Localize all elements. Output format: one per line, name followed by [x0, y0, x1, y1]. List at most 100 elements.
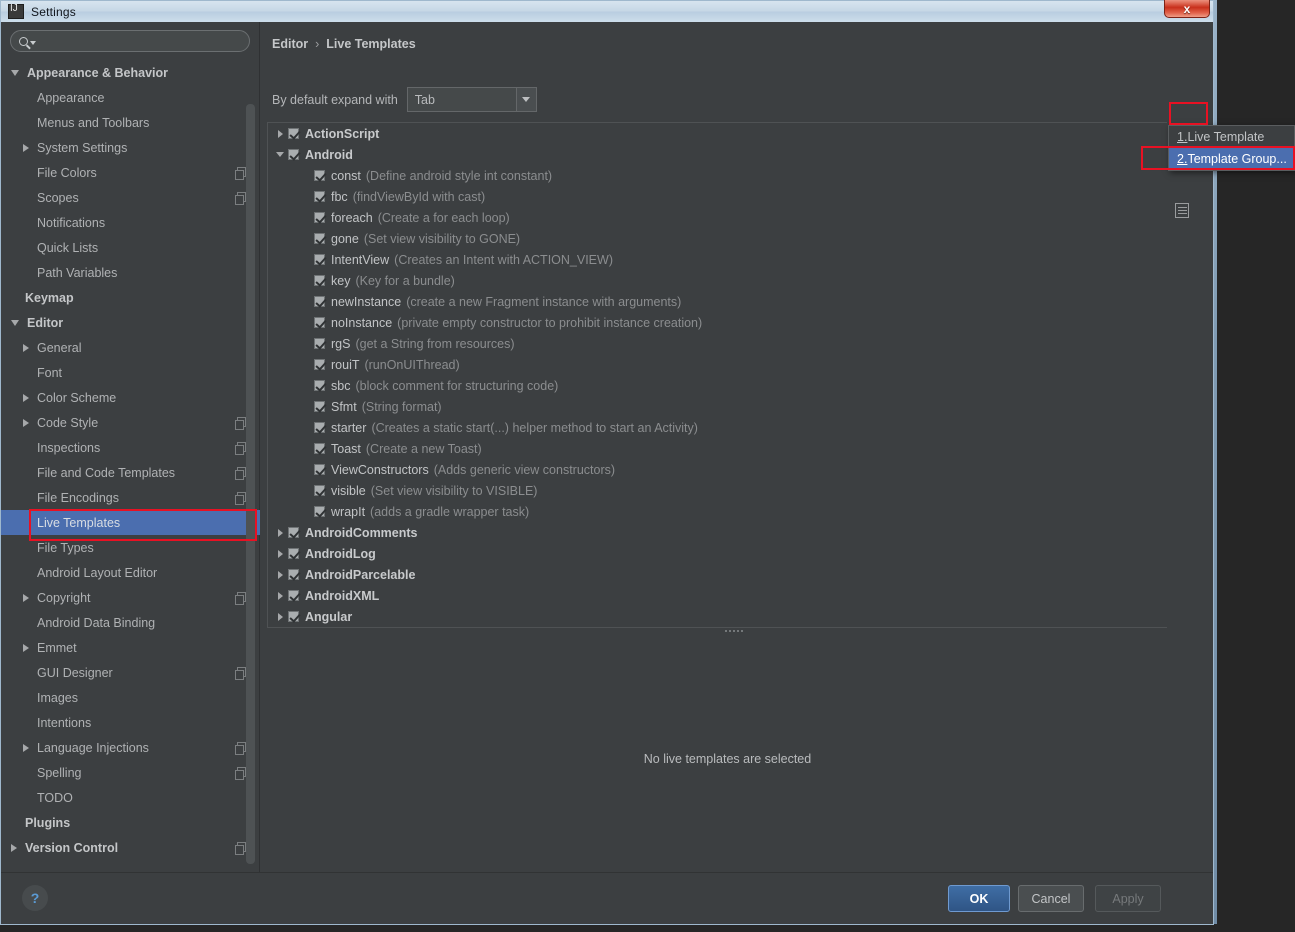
chevron-right-icon[interactable]	[277, 528, 283, 537]
template-group-row[interactable]: AndroidLog	[268, 543, 1183, 564]
checkbox-checked-icon[interactable]	[314, 296, 325, 307]
checkbox-checked-icon[interactable]	[314, 275, 325, 286]
breadcrumb-parent[interactable]: Editor	[272, 37, 308, 51]
sidebar-item-language-injections[interactable]: Language Injections	[1, 735, 260, 760]
checkbox-checked-icon[interactable]	[314, 317, 325, 328]
checkbox-checked-icon[interactable]	[288, 527, 299, 538]
sidebar-item-notifications[interactable]: Notifications	[1, 210, 260, 235]
panel-splitter-handle[interactable]	[720, 628, 748, 634]
sidebar-item-file-encodings[interactable]: File Encodings	[1, 485, 260, 510]
chevron-right-icon[interactable]	[277, 570, 283, 579]
template-group-row[interactable]: AndroidComments	[268, 522, 1183, 543]
templates-tree[interactable]: ActionScript Android const (Define android …	[268, 123, 1183, 627]
chevron-right-icon[interactable]	[277, 612, 283, 621]
sidebar-item-file-types[interactable]: File Types	[1, 535, 260, 560]
sidebar-item-inspections[interactable]: Inspections	[1, 435, 260, 460]
expand-toggle[interactable]	[272, 612, 288, 621]
sidebar-item-appearance-behavior[interactable]: Appearance & Behavior	[1, 60, 260, 85]
sidebar-scrollbar-thumb[interactable]	[246, 104, 255, 864]
ok-button[interactable]: OK	[948, 885, 1010, 912]
sidebar-item-general[interactable]: General	[1, 335, 260, 360]
sidebar-item-version-control[interactable]: Version Control	[1, 835, 260, 860]
chevron-down-icon[interactable]	[276, 152, 284, 157]
popup-menu-item-1[interactable]: 1. Live Template	[1169, 126, 1294, 148]
chevron-down-icon[interactable]	[11, 69, 19, 76]
sidebar-item-todo[interactable]: TODO	[1, 785, 260, 810]
checkbox-checked-icon[interactable]	[314, 401, 325, 412]
chevron-right-icon[interactable]	[11, 843, 17, 852]
chevron-right-icon[interactable]	[23, 343, 29, 352]
chevron-right-icon[interactable]	[23, 643, 29, 652]
sidebar-item-path-variables[interactable]: Path Variables	[1, 260, 260, 285]
sidebar-item-keymap[interactable]: Keymap	[1, 285, 260, 310]
template-row[interactable]: key (Key for a bundle)	[268, 270, 1183, 291]
chevron-right-icon[interactable]	[23, 418, 29, 427]
sidebar-item-android-data-binding[interactable]: Android Data Binding	[1, 610, 260, 635]
checkbox-checked-icon[interactable]	[314, 422, 325, 433]
sidebar-item-images[interactable]: Images	[1, 685, 260, 710]
checkbox-checked-icon[interactable]	[314, 359, 325, 370]
checkbox-checked-icon[interactable]	[314, 233, 325, 244]
template-row[interactable]: rgS (get a String from resources)	[268, 333, 1183, 354]
template-row[interactable]: fbc (findViewById with cast)	[268, 186, 1183, 207]
copy-template-icon[interactable]	[1175, 203, 1189, 218]
template-row[interactable]: rouiT (runOnUIThread)	[268, 354, 1183, 375]
search-input[interactable]	[36, 33, 249, 49]
checkbox-checked-icon[interactable]	[314, 212, 325, 223]
template-row[interactable]: starter (Creates a static start(...) help…	[268, 417, 1183, 438]
template-row[interactable]: newInstance (create a new Fragment instan…	[268, 291, 1183, 312]
checkbox-checked-icon[interactable]	[314, 464, 325, 475]
checkbox-checked-icon[interactable]	[288, 548, 299, 559]
expand-with-select[interactable]: Tab	[406, 87, 537, 112]
sidebar-item-scopes[interactable]: Scopes	[1, 185, 260, 210]
template-row[interactable]: Sfmt (String format)	[268, 396, 1183, 417]
checkbox-checked-icon[interactable]	[288, 590, 299, 601]
checkbox-checked-icon[interactable]	[314, 191, 325, 202]
checkbox-checked-icon[interactable]	[288, 611, 299, 622]
sidebar-item-intentions[interactable]: Intentions	[1, 710, 260, 735]
chevron-right-icon[interactable]	[23, 593, 29, 602]
sidebar-item-copyright[interactable]: Copyright	[1, 585, 260, 610]
template-group-row[interactable]: Android	[268, 144, 1183, 165]
sidebar-item-code-style[interactable]: Code Style	[1, 410, 260, 435]
template-group-row[interactable]: AndroidParcelable	[268, 564, 1183, 585]
template-row[interactable]: ViewConstructors (Adds generic view const…	[268, 459, 1183, 480]
add-template-popup-menu[interactable]: 1. Live Template 2. Template Group...	[1168, 125, 1295, 171]
chevron-right-icon[interactable]	[277, 129, 283, 138]
template-row[interactable]: noInstance (private empty constructor to …	[268, 312, 1183, 333]
checkbox-checked-icon[interactable]	[314, 485, 325, 496]
chevron-down-icon[interactable]	[11, 319, 19, 326]
sidebar-item-editor[interactable]: Editor	[1, 310, 260, 335]
sidebar-item-plugins[interactable]: Plugins	[1, 810, 260, 835]
chevron-right-icon[interactable]	[23, 393, 29, 402]
sidebar-item-file-colors[interactable]: File Colors	[1, 160, 260, 185]
sidebar-item-appearance[interactable]: Appearance	[1, 85, 260, 110]
sidebar-item-gui-designer[interactable]: GUI Designer	[1, 660, 260, 685]
checkbox-checked-icon[interactable]	[314, 506, 325, 517]
template-group-row[interactable]: Angular	[268, 606, 1183, 627]
chevron-right-icon[interactable]	[23, 143, 29, 152]
checkbox-checked-icon[interactable]	[314, 254, 325, 265]
checkbox-checked-icon[interactable]	[314, 380, 325, 391]
expand-toggle[interactable]	[272, 549, 288, 558]
checkbox-checked-icon[interactable]	[314, 443, 325, 454]
sidebar-item-live-templates[interactable]: Live Templates	[1, 510, 260, 535]
sidebar-item-menus-and-toolbars[interactable]: Menus and Toolbars	[1, 110, 260, 135]
chevron-right-icon[interactable]	[277, 591, 283, 600]
chevron-right-icon[interactable]	[277, 549, 283, 558]
template-row[interactable]: sbc (block comment for structuring code)	[268, 375, 1183, 396]
popup-menu-item-2[interactable]: 2. Template Group...	[1169, 148, 1294, 170]
checkbox-checked-icon[interactable]	[288, 149, 299, 160]
search-field[interactable]	[10, 30, 250, 52]
expand-with-dropdown-button[interactable]	[515, 88, 536, 111]
checkbox-checked-icon[interactable]	[314, 170, 325, 181]
sidebar-item-color-scheme[interactable]: Color Scheme	[1, 385, 260, 410]
expand-toggle[interactable]	[272, 591, 288, 600]
template-group-row[interactable]: ActionScript	[268, 123, 1183, 144]
sidebar-item-font[interactable]: Font	[1, 360, 260, 385]
sidebar-item-android-layout-editor[interactable]: Android Layout Editor	[1, 560, 260, 585]
template-group-row[interactable]: AndroidXML	[268, 585, 1183, 606]
expand-toggle[interactable]	[272, 528, 288, 537]
close-icon[interactable]: x	[1164, 0, 1210, 18]
sidebar-item-emmet[interactable]: Emmet	[1, 635, 260, 660]
